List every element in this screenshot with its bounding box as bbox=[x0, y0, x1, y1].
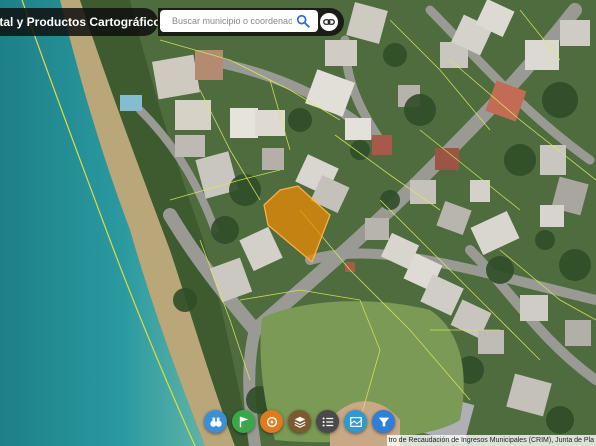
binoculars-button[interactable] bbox=[204, 410, 227, 433]
filter-button[interactable] bbox=[372, 410, 395, 433]
map-info-icon bbox=[349, 416, 362, 427]
link-icon bbox=[323, 19, 335, 25]
bottom-toolbar bbox=[204, 410, 395, 433]
ruler-button[interactable] bbox=[260, 410, 283, 433]
search-bar bbox=[158, 8, 344, 36]
binoculars-icon bbox=[209, 417, 222, 427]
ruler-icon bbox=[266, 416, 277, 427]
search-icon[interactable] bbox=[296, 14, 310, 28]
list-button[interactable] bbox=[316, 410, 339, 433]
link-button[interactable] bbox=[320, 13, 338, 31]
search-input[interactable] bbox=[170, 15, 294, 27]
layers-button[interactable] bbox=[288, 410, 311, 433]
app-header: ital y Productos Cartográficos bbox=[0, 8, 158, 36]
map-info-button[interactable] bbox=[344, 410, 367, 433]
filter-icon bbox=[378, 417, 389, 426]
flag-button[interactable] bbox=[232, 410, 255, 433]
search-box bbox=[160, 10, 318, 32]
attribution: tro de Recaudación de Ingresos Municipal… bbox=[386, 435, 596, 446]
app-title: ital y Productos Cartográficos bbox=[0, 15, 158, 29]
layers-icon bbox=[293, 416, 306, 428]
list-icon bbox=[322, 416, 333, 427]
flag-icon bbox=[239, 416, 248, 427]
map-canvas[interactable] bbox=[0, 0, 596, 446]
